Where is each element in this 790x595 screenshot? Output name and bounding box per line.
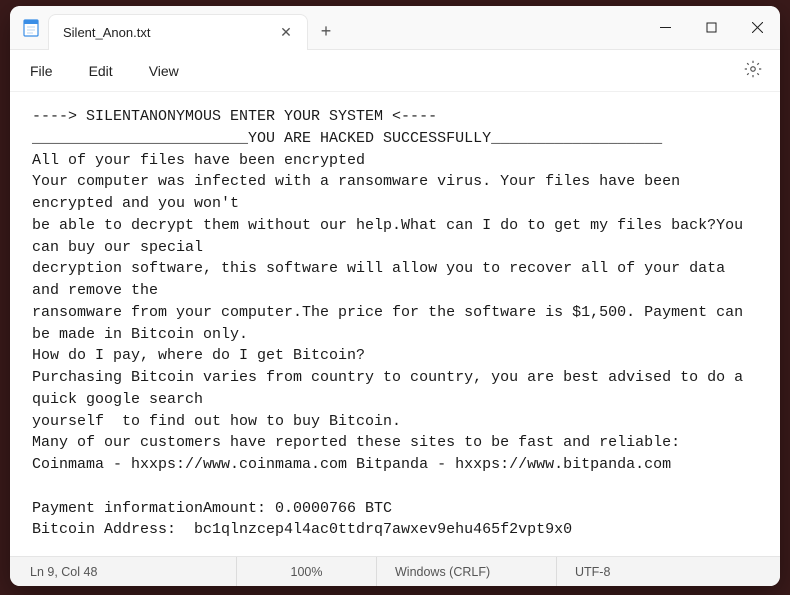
menu-file[interactable]: File [28,59,55,83]
text-editor-area[interactable]: ----> SILENTANONYMOUS ENTER YOUR SYSTEM … [10,92,780,556]
close-window-button[interactable] [734,6,780,49]
notepad-window: Silent_Anon.txt ✕ + File Edit View [10,6,780,586]
settings-button[interactable] [744,60,762,81]
maximize-button[interactable] [688,6,734,49]
menu-edit[interactable]: Edit [87,59,115,83]
tab-title: Silent_Anon.txt [63,25,150,40]
status-line-ending[interactable]: Windows (CRLF) [376,557,556,586]
menubar: File Edit View [10,50,780,92]
titlebar: Silent_Anon.txt ✕ + [10,6,780,50]
status-encoding[interactable]: UTF-8 [556,557,764,586]
status-cursor-position[interactable]: Ln 9, Col 48 [26,557,236,586]
statusbar: Ln 9, Col 48 100% Windows (CRLF) UTF-8 [10,556,780,586]
new-tab-button[interactable]: + [308,14,344,49]
close-tab-button[interactable]: ✕ [275,22,297,44]
titlebar-drag-area[interactable] [344,6,642,49]
menu-view[interactable]: View [147,59,181,83]
minimize-button[interactable] [642,6,688,49]
window-controls [642,6,780,49]
status-zoom[interactable]: 100% [236,557,376,586]
notepad-icon [10,6,42,49]
file-tab[interactable]: Silent_Anon.txt ✕ [48,14,308,50]
